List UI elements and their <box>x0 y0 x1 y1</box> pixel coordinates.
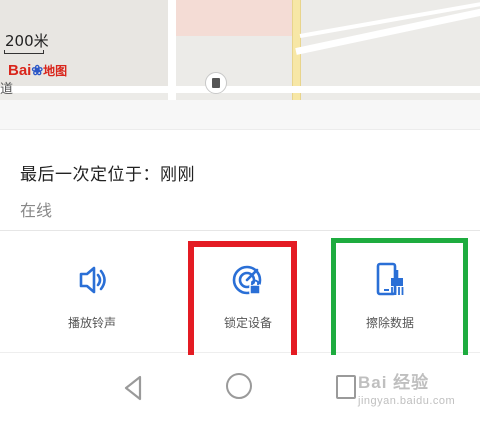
watermark-title: Bai 经验 <box>358 373 430 392</box>
lock-device-icon <box>232 265 262 295</box>
map-road <box>0 86 480 93</box>
play-sound-label: 播放铃声 <box>67 316 116 330</box>
map-poi-pin-icon[interactable] <box>205 72 227 94</box>
map-road <box>168 0 176 100</box>
map-view[interactable]: 200米 Bai❀地图 道 <box>0 0 480 100</box>
map-scale-bar <box>4 50 44 54</box>
map-scale-label: 200米 <box>5 32 49 50</box>
home-icon[interactable] <box>226 373 252 399</box>
paw-icon: ❀ <box>31 62 44 78</box>
watermark: Bai 经验 jingyan.baidu.com <box>358 368 480 418</box>
lock-device-label: 锁定设备 <box>223 316 272 330</box>
logo-text: Bai <box>8 62 32 79</box>
speaker-icon <box>79 266 106 294</box>
sheet-handle[interactable] <box>0 100 480 130</box>
back-icon[interactable] <box>118 373 148 403</box>
lock-device-button[interactable]: 锁定设备 <box>183 250 313 360</box>
erase-data-icon <box>376 262 404 296</box>
recent-apps-icon[interactable] <box>336 375 356 399</box>
erase-data-button[interactable]: 擦除数据 <box>325 250 455 360</box>
logo-suffix: 地图 <box>43 64 68 78</box>
watermark-url: jingyan.baidu.com <box>358 395 456 407</box>
baidu-map-logo: Bai❀地图 <box>8 62 67 79</box>
divider <box>0 352 480 353</box>
device-status: 在线 <box>20 201 53 220</box>
divider <box>0 230 480 231</box>
map-block <box>176 0 292 36</box>
play-sound-button[interactable]: 播放铃声 <box>27 250 157 360</box>
erase-data-label: 擦除数据 <box>365 316 414 330</box>
map-road-label: 道 <box>0 82 14 97</box>
system-nav-bar: Bai 经验 jingyan.baidu.com <box>0 355 480 424</box>
last-location-text: 最后一次定位于：刚刚 <box>20 165 195 185</box>
